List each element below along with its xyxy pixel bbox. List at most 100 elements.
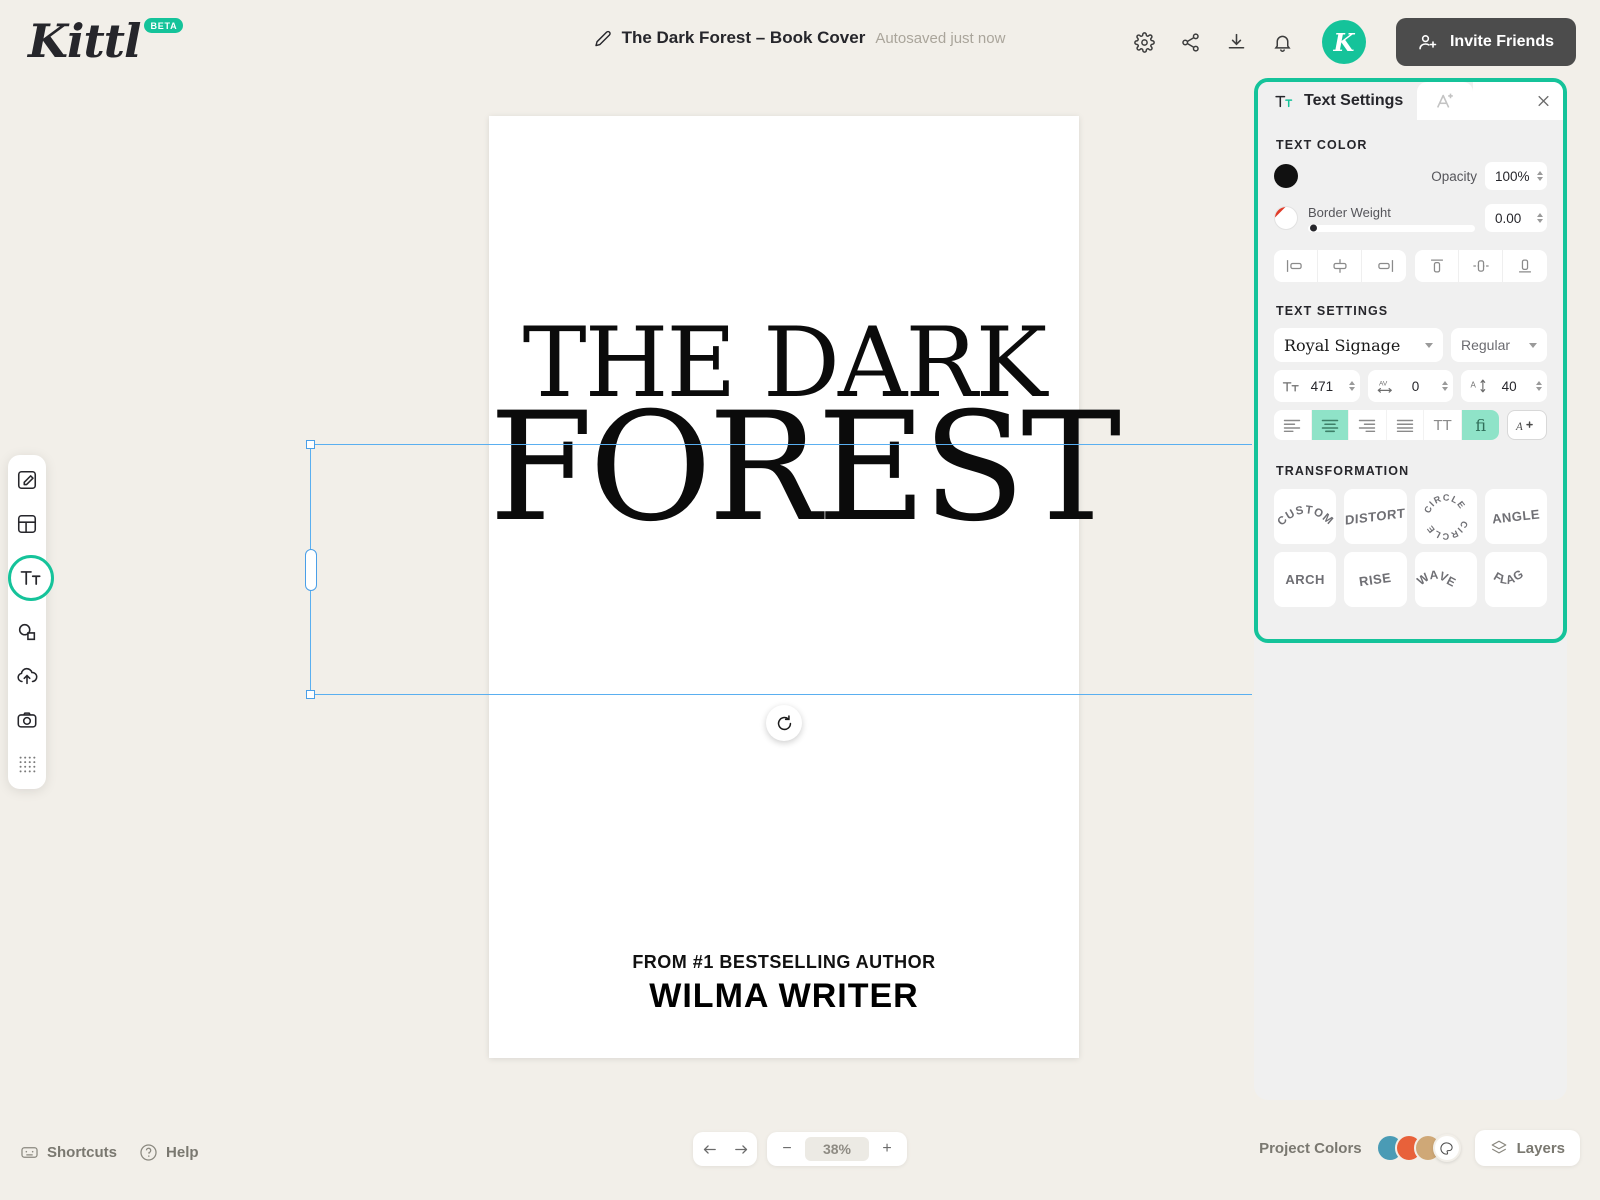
- opacity-stepper[interactable]: [1537, 171, 1543, 181]
- text-style-row: TT fi A: [1274, 410, 1547, 440]
- bottom-center-bar: − 38% +: [693, 1132, 907, 1166]
- font-metrics-row: 471 AV 0 A 40: [1274, 370, 1548, 402]
- border-weight-slider[interactable]: [1308, 224, 1475, 232]
- edit-pencil-icon[interactable]: [595, 30, 612, 47]
- invite-friends-button[interactable]: Invite Friends: [1395, 18, 1576, 66]
- transform-custom-button[interactable]: CUSTOM: [1274, 489, 1337, 544]
- project-colors-swatches[interactable]: [1375, 1134, 1461, 1162]
- opacity-input[interactable]: 100%: [1485, 162, 1547, 190]
- header-actions: K Invite Friends: [1132, 18, 1576, 66]
- history-controls: [693, 1132, 757, 1166]
- sidebar-item-elements[interactable]: [14, 619, 40, 645]
- letter-spacing-input[interactable]: AV 0: [1367, 370, 1454, 402]
- transform-angle-button[interactable]: ANGLE: [1484, 489, 1547, 544]
- chevron-down-icon: [1425, 342, 1433, 348]
- selection-handle-left-middle[interactable]: [305, 548, 317, 591]
- tab-text-effects[interactable]: [1417, 82, 1474, 120]
- palette-icon[interactable]: [1432, 1134, 1461, 1162]
- opacity-label: Opacity: [1431, 168, 1477, 184]
- layers-button[interactable]: Layers: [1474, 1130, 1580, 1166]
- transform-flag-label: FLAG: [1491, 566, 1525, 587]
- share-icon[interactable]: [1178, 29, 1204, 55]
- selection-handle-bottom-left[interactable]: [306, 690, 315, 699]
- svg-text:FLAG: FLAG: [1491, 566, 1526, 587]
- zoom-level-value[interactable]: 38%: [805, 1137, 869, 1161]
- border-weight-input[interactable]: 0.00: [1485, 204, 1547, 232]
- line-height-input[interactable]: A 40: [1461, 370, 1548, 402]
- help-button[interactable]: Help: [139, 1143, 199, 1162]
- undo-icon[interactable]: [693, 1132, 725, 1166]
- transform-rise-label: RISE: [1358, 569, 1393, 590]
- page-title[interactable]: The Dark Forest – Book Cover: [622, 28, 866, 48]
- font-weight-select[interactable]: Regular: [1451, 328, 1547, 362]
- alternate-glyphs-icon[interactable]: A: [1507, 410, 1547, 440]
- app-header: Kittl BETA The Dark Forest – Book Cover …: [0, 0, 1600, 84]
- align-right-icon[interactable]: [1362, 250, 1406, 282]
- border-weight-slider-thumb[interactable]: [1310, 224, 1317, 232]
- transform-flag-button[interactable]: FLAG: [1484, 552, 1547, 607]
- shortcuts-button[interactable]: Shortcuts: [20, 1143, 117, 1162]
- zoom-out-button[interactable]: −: [771, 1132, 803, 1166]
- download-icon[interactable]: [1224, 29, 1250, 55]
- project-colors-label: Project Colors: [1259, 1139, 1362, 1157]
- keyboard-icon: [20, 1143, 39, 1162]
- transform-distort-button[interactable]: DISTORT: [1344, 489, 1407, 544]
- text-color-swatch[interactable]: [1274, 164, 1298, 188]
- font-family-select[interactable]: Royal Signage: [1274, 328, 1443, 362]
- sidebar-item-patterns[interactable]: [14, 751, 40, 777]
- sidebar-item-templates[interactable]: [14, 511, 40, 537]
- align-center-horizontal-icon[interactable]: [1318, 250, 1362, 282]
- sidebar-item-uploads[interactable]: [14, 663, 40, 689]
- rotate-handle[interactable]: [766, 705, 802, 741]
- sidebar-item-design[interactable]: [14, 467, 40, 493]
- left-toolbar: [8, 455, 54, 789]
- ligature-icon[interactable]: fi: [1461, 410, 1500, 440]
- text-align-left-icon[interactable]: [1274, 410, 1312, 440]
- close-icon[interactable]: [1536, 94, 1551, 109]
- bell-icon[interactable]: [1270, 29, 1296, 55]
- text-align-justify-icon[interactable]: [1387, 410, 1425, 440]
- brand-logo[interactable]: Kittl BETA: [28, 14, 184, 68]
- align-middle-vertical-icon[interactable]: [1459, 250, 1503, 282]
- sidebar-item-text[interactable]: [8, 555, 54, 601]
- text-align-center-icon[interactable]: [1311, 410, 1350, 440]
- transform-wave-button[interactable]: WAVE: [1414, 552, 1477, 607]
- panel-tab-bar: Text Settings: [1258, 82, 1563, 120]
- border-weight-value: 0.00: [1495, 210, 1522, 226]
- redo-icon[interactable]: [725, 1132, 757, 1166]
- document-title-area[interactable]: The Dark Forest – Book Cover Autosaved j…: [595, 28, 1005, 48]
- tab-text-settings[interactable]: Text Settings: [1258, 82, 1418, 120]
- border-color-swatch[interactable]: [1274, 206, 1298, 230]
- sidebar-item-photos[interactable]: [14, 707, 40, 733]
- zoom-controls: − 38% +: [767, 1132, 907, 1166]
- svg-text:CIRCLE: CIRCLE: [1424, 519, 1469, 541]
- align-left-icon[interactable]: [1274, 250, 1318, 282]
- font-size-stepper[interactable]: [1348, 381, 1355, 391]
- cover-title[interactable]: THE DARK FOREST: [489, 315, 1121, 543]
- transform-arch-button[interactable]: ARCH: [1274, 552, 1337, 607]
- selection-handle-top-left[interactable]: [306, 440, 315, 449]
- border-weight-stepper[interactable]: [1537, 213, 1543, 223]
- cover-subtitle-block[interactable]: FROM #1 BESTSELLING AUTHOR WILMA WRITER: [489, 952, 1079, 1016]
- canvas-page[interactable]: THE DARK FOREST FROM #1 BESTSELLING AUTH…: [489, 116, 1121, 1058]
- uppercase-icon[interactable]: TT: [1424, 410, 1462, 440]
- zoom-in-button[interactable]: +: [871, 1132, 903, 1166]
- letter-spacing-stepper[interactable]: [1442, 381, 1449, 391]
- align-bottom-icon[interactable]: [1503, 250, 1547, 282]
- transform-circle-label-bottom: CIRCLE: [1424, 519, 1468, 541]
- question-circle-icon: [139, 1143, 158, 1162]
- svg-text:A: A: [1515, 420, 1523, 432]
- transform-rise-button[interactable]: RISE: [1344, 552, 1407, 607]
- transform-circle-label-top: CIRCLE: [1422, 492, 1466, 514]
- transform-circle-button[interactable]: CIRCLE CIRCLE: [1414, 489, 1477, 544]
- gear-icon[interactable]: [1132, 29, 1158, 55]
- horizontal-align-group: [1274, 250, 1406, 282]
- text-align-right-icon[interactable]: [1349, 410, 1387, 440]
- font-size-input[interactable]: 471: [1274, 370, 1360, 402]
- help-label: Help: [166, 1144, 199, 1161]
- panel-content: TEXT COLOR Opacity 100% Border Weight 0.…: [1258, 120, 1563, 607]
- align-top-icon[interactable]: [1415, 250, 1459, 282]
- line-height-stepper[interactable]: [1536, 381, 1543, 391]
- avatar[interactable]: K: [1321, 20, 1366, 64]
- svg-text:CUSTOM: CUSTOM: [1276, 504, 1336, 528]
